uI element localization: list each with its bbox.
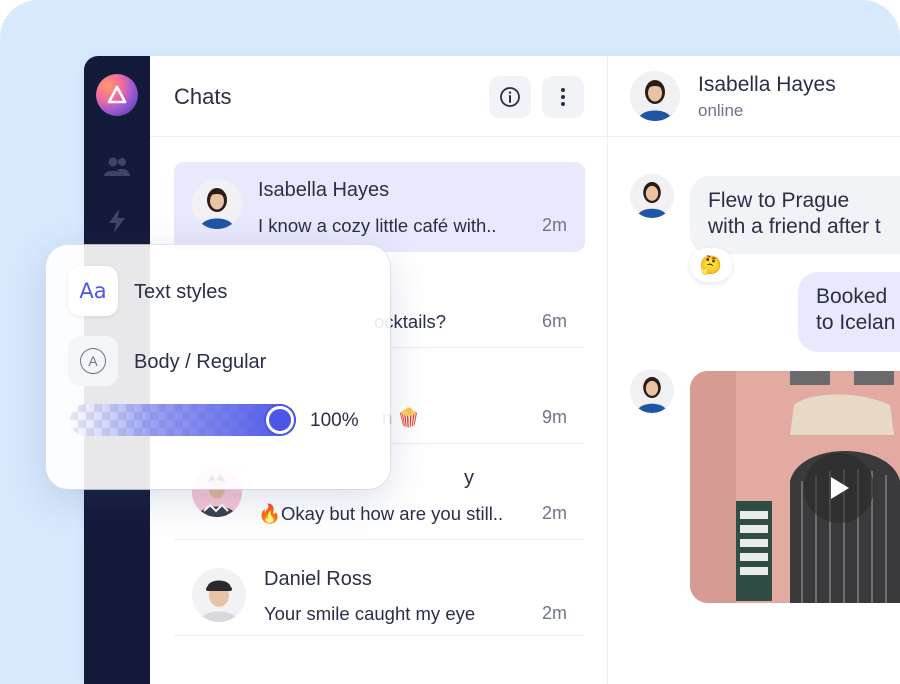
text-style-icon[interactable]: Aa: [68, 266, 118, 316]
more-vertical-icon: [561, 88, 565, 106]
avatar: [192, 568, 246, 622]
message-line: Flew to Prague: [708, 189, 850, 212]
font-style-icon[interactable]: A: [68, 336, 118, 386]
chat-preview: I know a cozy little café with..: [258, 215, 497, 236]
text-styles-title: Text styles: [134, 281, 228, 303]
more-button[interactable]: [542, 76, 584, 118]
contact-status: online: [698, 101, 744, 120]
play-button[interactable]: [804, 453, 874, 523]
chat-time: 2m: [541, 215, 567, 235]
chat-name: Isabella Hayes: [258, 179, 390, 201]
message-line: with a friend after t: [708, 215, 881, 238]
play-icon: [831, 477, 849, 499]
chat-time: 2m: [541, 603, 567, 623]
chat-name: y: [464, 467, 474, 489]
chats-header: Chats: [150, 56, 608, 137]
chat-time: 9m: [541, 407, 567, 427]
opacity-slider-fill: [70, 404, 296, 436]
message-bubble-outgoing[interactable]: Booked to Icelan: [798, 272, 900, 352]
video-message[interactable]: [690, 371, 900, 603]
chat-preview: 🔥Okay but how are you still..: [258, 503, 504, 524]
avatar: [192, 179, 242, 229]
message-avatar: [630, 369, 674, 413]
info-icon: [500, 87, 520, 107]
message-line: Booked: [816, 285, 888, 308]
info-button[interactable]: [489, 76, 531, 118]
message-reaction[interactable]: 🤔: [690, 248, 732, 282]
message-line: to Icelan: [816, 311, 896, 334]
font-style-glyph: A: [80, 348, 106, 374]
app-logo[interactable]: [96, 74, 138, 116]
opacity-value: 100%: [310, 410, 359, 431]
text-style-icon-glyph: Aa: [79, 279, 107, 303]
font-style-label[interactable]: Body / Regular: [134, 351, 266, 374]
contact-avatar[interactable]: [630, 71, 680, 121]
chats-title: Chats: [174, 84, 232, 109]
chat-item-isabella-hayes[interactable]: Isabella Hayes I know a cozy little café…: [174, 162, 585, 252]
contact-name: Isabella Hayes: [698, 73, 836, 96]
users-icon[interactable]: [103, 153, 131, 181]
conversation-header: Isabella Hayes online: [608, 56, 900, 137]
opacity-slider-knob[interactable]: [266, 406, 294, 434]
bolt-icon[interactable]: [103, 207, 131, 235]
chat-name: Daniel Ross: [264, 568, 372, 590]
chat-time: 6m: [541, 311, 567, 331]
chat-preview: Your smile caught my eye: [264, 603, 476, 624]
text-styles-card: Aa Text styles A Body / Regular 100%: [46, 245, 390, 489]
chat-item-daniel-ross[interactable]: Daniel Ross Your smile caught my eye 2m: [174, 546, 585, 636]
message-bubble-incoming[interactable]: Flew to Prague with a friend after t: [690, 176, 900, 254]
chat-time: 2m: [541, 503, 567, 523]
message-avatar: [630, 174, 674, 218]
opacity-slider-track[interactable]: [70, 404, 296, 436]
conversation-panel: Isabella Hayes online Flew to Prague wit…: [608, 56, 900, 684]
